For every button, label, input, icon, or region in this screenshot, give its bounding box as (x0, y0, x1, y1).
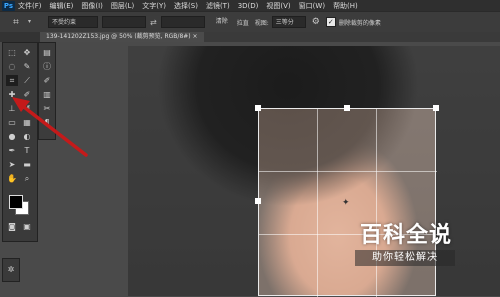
settings-icon[interactable]: ✲ (5, 264, 17, 275)
crop-handle-top-right[interactable] (433, 105, 439, 111)
crop-tool-preset-icon[interactable]: ⌗ (8, 17, 24, 28)
menu-file[interactable]: 文件(F) (18, 1, 42, 11)
menu-bar: Ps 文件(F) 编辑(E) 图像(I) 图层(L) 文字(Y) 选择(S) 滤… (0, 0, 500, 11)
width-field[interactable] (102, 16, 146, 28)
grid-line-h1 (259, 171, 437, 172)
history-panel-icon[interactable]: ▤ (41, 47, 53, 58)
blur-icon[interactable]: ● (6, 131, 18, 142)
hand-icon[interactable]: ✋ (6, 173, 18, 184)
type-icon[interactable]: T (21, 145, 33, 156)
menu-edit[interactable]: 编辑(E) (50, 1, 74, 11)
menu-help[interactable]: 帮助(H) (333, 1, 358, 11)
lasso-icon[interactable]: ◌ (6, 61, 18, 72)
shape-icon[interactable]: ▬ (21, 159, 33, 170)
menu-window[interactable]: 窗口(W) (299, 1, 325, 11)
menu-filter[interactable]: 滤镜(T) (206, 1, 230, 11)
watermark-subtitle: 助你轻松解决 (355, 250, 455, 266)
delete-cropped-label: 删除裁剪的像素 (338, 19, 381, 27)
photoshop-logo-icon: Ps (2, 0, 15, 11)
brush-icon[interactable]: ✐ (21, 89, 33, 100)
menu-layer[interactable]: 图层(L) (111, 1, 134, 11)
document-tab-bar: 139-141202Z153.jpg @ 50% (裁剪预览, RGB/8#) … (40, 32, 500, 42)
tools-panel: ⬚ ✥ ◌ ✎ ⌗ ⟋ ✚ ✐ ⊥ ↺ ▭ ▦ ● ◐ ✒ T ➤ ▬ ✋ ⌕ … (2, 42, 38, 242)
tool-presets-icon[interactable]: ✂ (41, 103, 53, 114)
height-field[interactable] (160, 16, 205, 28)
path-select-icon[interactable]: ➤ (6, 159, 18, 170)
document-tab[interactable]: 139-141202Z153.jpg @ 50% (裁剪预览, RGB/8#) … (40, 32, 204, 42)
gear-icon[interactable]: ⚙ (312, 17, 320, 27)
clone-stamp-icon[interactable]: ⊥ (6, 103, 18, 114)
adjustments-panel-icon[interactable]: ▥ (41, 89, 53, 100)
view-label: 视图: (254, 19, 269, 27)
brush-panel-icon[interactable]: ✐ (41, 75, 53, 86)
chevron-down-icon[interactable]: ▾ (28, 15, 42, 29)
menu-3d[interactable]: 3D(D) (238, 2, 259, 10)
menu-image[interactable]: 图像(I) (81, 1, 103, 11)
options-bar: ⌗ ▾ 不受约束 ⇄ 清除 拉直 视图: 三等分 ⚙ ✓ 删除裁剪的像素 (0, 11, 500, 33)
character-panel-icon[interactable]: ¶ (41, 117, 53, 128)
crop-icon[interactable]: ⌗ (6, 75, 18, 86)
quick-select-icon[interactable]: ✎ (21, 61, 33, 72)
healing-icon[interactable]: ✚ (6, 89, 18, 100)
history-brush-icon[interactable]: ↺ (21, 103, 33, 114)
move-icon[interactable]: ✥ (21, 47, 33, 58)
crop-shade-left (128, 46, 258, 296)
zoom-icon[interactable]: ⌕ (21, 173, 33, 184)
menu-type[interactable]: 文字(Y) (142, 1, 166, 11)
grid-line-v1 (317, 109, 318, 297)
clear-button[interactable]: 清除 (213, 16, 231, 28)
eraser-icon[interactable]: ▭ (6, 117, 18, 128)
view-select[interactable]: 三等分 (271, 16, 306, 28)
extra-tools-panel: ✲ (2, 258, 20, 282)
crop-center-marker: ✦ (342, 198, 350, 208)
marquee-icon[interactable]: ⬚ (6, 47, 18, 58)
screen-mode-icon[interactable]: ▣ (21, 221, 33, 232)
gradient-icon[interactable]: ▦ (21, 117, 33, 128)
menu-select[interactable]: 选择(S) (174, 1, 198, 11)
swap-icon[interactable]: ⇄ (150, 18, 157, 27)
watermark-title: 百科全说 (359, 223, 452, 248)
crop-shade-top (258, 46, 500, 108)
straighten-button[interactable]: 拉直 (237, 18, 249, 27)
grid-line-v2 (376, 109, 377, 297)
quick-mask-icon[interactable]: ◙ (6, 221, 18, 232)
eyedropper-icon[interactable]: ⟋ (21, 75, 33, 86)
panel-icon-strip: ▤ ⓘ ✐ ▥ ✂ ¶ (38, 42, 56, 140)
crop-handle-top-left[interactable] (255, 105, 261, 111)
foreground-color-swatch[interactable] (9, 195, 23, 209)
crop-shade-right (436, 108, 500, 296)
pen-icon[interactable]: ✒ (6, 145, 18, 156)
menu-view[interactable]: 视图(V) (266, 1, 290, 11)
delete-cropped-checkbox[interactable]: ✓ (325, 17, 336, 27)
dodge-icon[interactable]: ◐ (21, 131, 33, 142)
crop-handle-top-mid[interactable] (344, 105, 350, 111)
toolbar-collapse-bar[interactable] (0, 32, 40, 42)
crop-handle-mid-left[interactable] (255, 198, 261, 204)
ratio-select[interactable]: 不受约束 (48, 16, 98, 28)
info-panel-icon[interactable]: ⓘ (41, 61, 53, 72)
